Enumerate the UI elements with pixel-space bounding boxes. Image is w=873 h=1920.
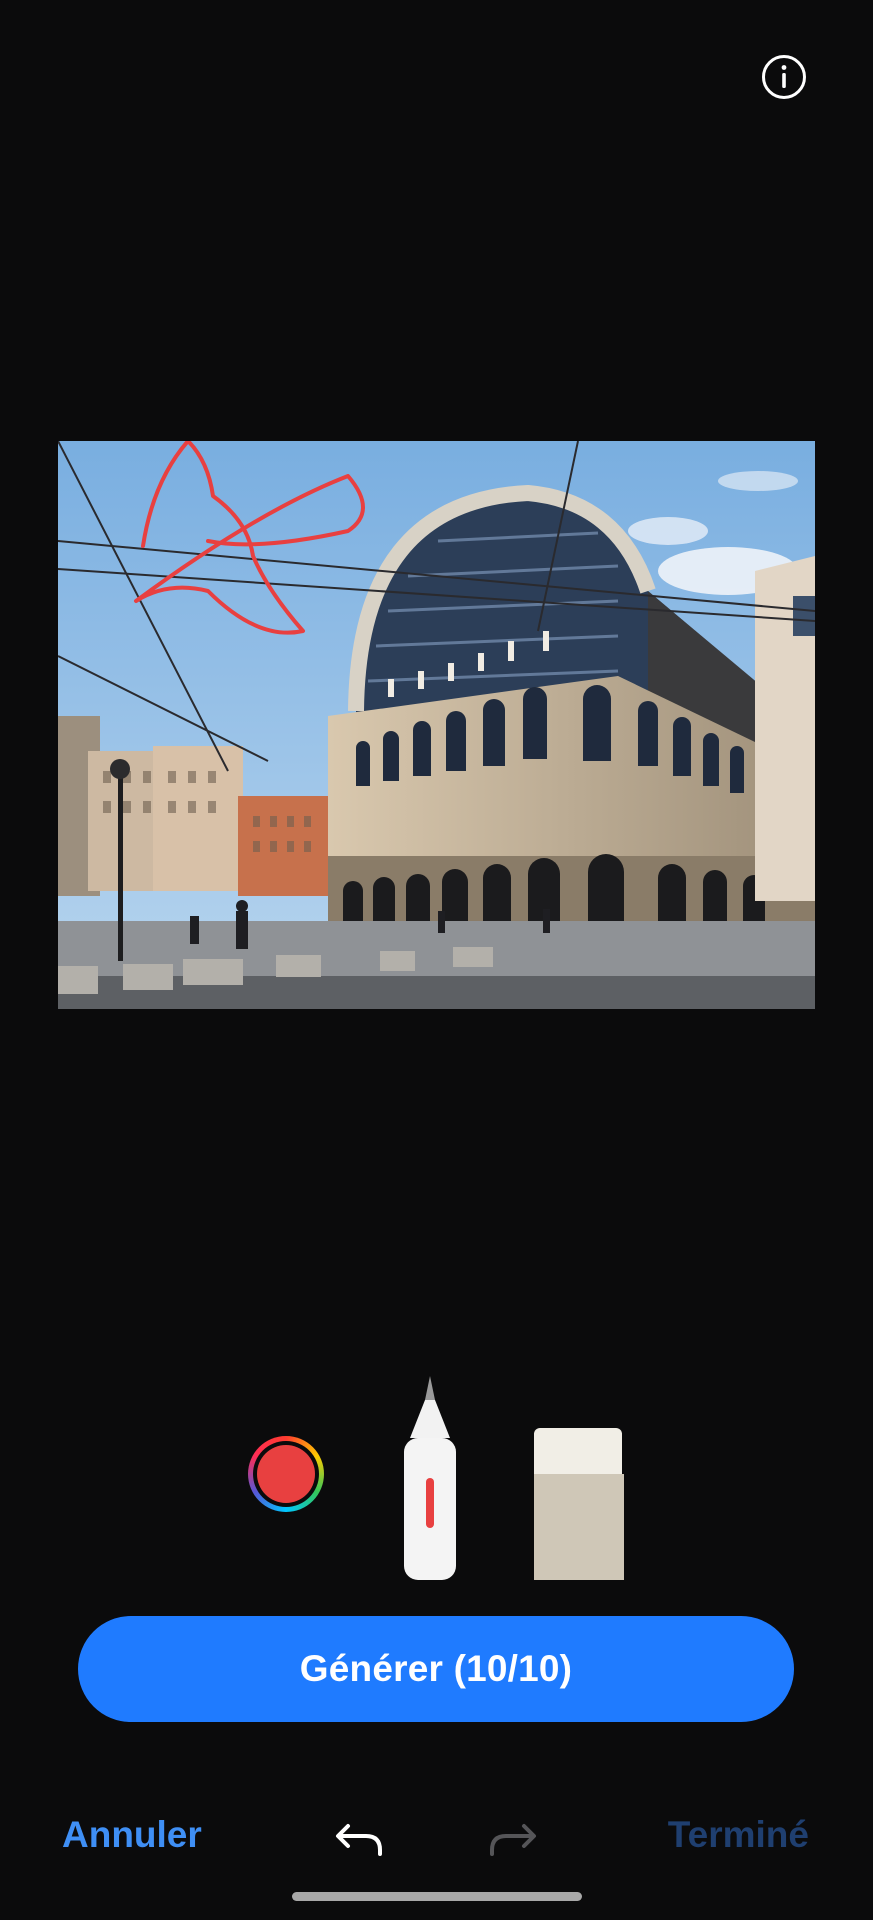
- info-circle-icon: [762, 55, 806, 99]
- undo-button[interactable]: [332, 1814, 388, 1864]
- redo-button[interactable]: [484, 1814, 540, 1864]
- done-button[interactable]: Terminé: [668, 1814, 809, 1856]
- bottom-action-bar: Annuler Terminé: [0, 1800, 873, 1880]
- cancel-button[interactable]: Annuler: [62, 1814, 202, 1856]
- generate-button[interactable]: Générer (10/10): [78, 1616, 794, 1722]
- selected-color-swatch: [257, 1445, 315, 1503]
- info-button[interactable]: [761, 54, 807, 100]
- drawing-tools: [0, 1370, 873, 1580]
- color-picker-button[interactable]: [248, 1436, 324, 1512]
- home-indicator[interactable]: [292, 1892, 582, 1901]
- pen-icon: [404, 1376, 456, 1580]
- photo-image: [58, 441, 815, 1009]
- eraser-icon: [534, 1428, 624, 1580]
- photo-canvas[interactable]: [58, 441, 815, 1009]
- redo-icon: [490, 1824, 536, 1856]
- undo-icon: [336, 1824, 382, 1856]
- eraser-tool[interactable]: [532, 1426, 626, 1580]
- generate-button-label: Générer (10/10): [299, 1648, 573, 1689]
- pen-tool[interactable]: [400, 1376, 460, 1580]
